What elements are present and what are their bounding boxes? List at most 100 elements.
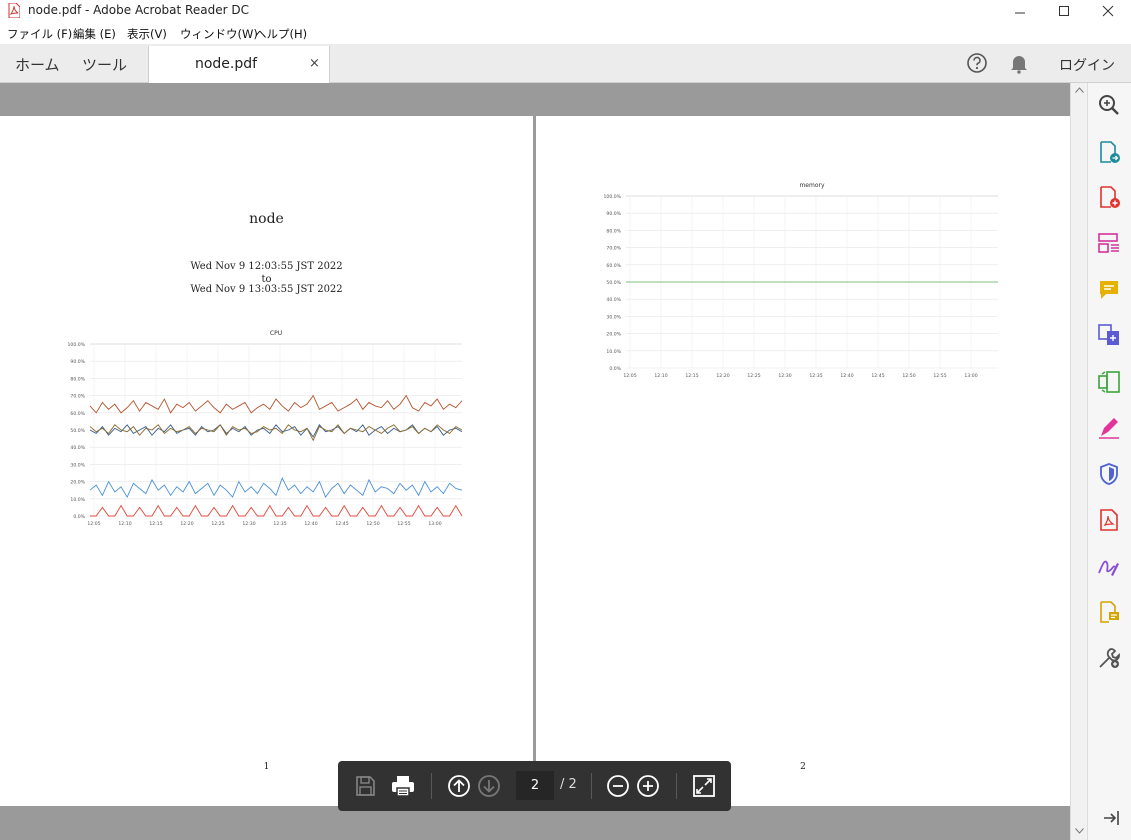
- minimize-icon: [1015, 12, 1025, 14]
- cpu-y-tick-label: 40.0%: [70, 445, 85, 451]
- memory-x-tick-label: 12:05: [623, 373, 636, 378]
- zoom-out-icon: [607, 775, 629, 797]
- tab-tools[interactable]: ツール: [82, 54, 127, 75]
- menu-window[interactable]: ウィンドウ(W): [180, 26, 258, 42]
- cpu-x-tick-label: 12:30: [242, 521, 255, 526]
- protect-shield-icon[interactable]: [1097, 462, 1121, 486]
- close-window-button[interactable]: [1085, 0, 1131, 22]
- request-signature-icon[interactable]: [1097, 555, 1121, 579]
- more-tools-icon[interactable]: [1097, 646, 1121, 670]
- combine-files-icon[interactable]: [1097, 323, 1121, 347]
- bell-icon[interactable]: [1008, 52, 1030, 74]
- memory-y-tick-label: 60.0%: [606, 263, 621, 269]
- memory-y-tick-label: 0.0%: [609, 366, 621, 372]
- zoom-out-button[interactable]: [605, 773, 631, 799]
- floating-page-toolbar: 2 / 2: [338, 761, 731, 811]
- cpu-y-tick-label: 70.0%: [70, 394, 85, 400]
- document-tab-label: node.pdf: [194, 56, 258, 72]
- cpu-x-tick-label: 12:20: [180, 521, 193, 526]
- window-title: node.pdf - Adobe Acrobat Reader DC: [28, 3, 249, 17]
- menu-help[interactable]: ヘルプ(H): [255, 26, 307, 42]
- cpu-y-tick-label: 60.0%: [70, 411, 85, 417]
- acrobat-icon: [8, 3, 20, 18]
- date-to: Wed Nov 9 13:03:55 JST 2022: [190, 284, 343, 295]
- print-button[interactable]: [389, 773, 417, 799]
- menu-edit[interactable]: 編集 (E): [73, 26, 116, 42]
- memory-x-tick-label: 12:15: [685, 373, 698, 378]
- cpu-y-tick-label: 50.0%: [70, 428, 85, 434]
- cpu-x-tick-label: 12:40: [304, 521, 317, 526]
- cpu-x-tick-label: 12:25: [211, 521, 224, 526]
- next-page-button[interactable]: [476, 773, 502, 799]
- arrow-down-circle-icon: [478, 775, 500, 797]
- memory-y-tick-label: 70.0%: [606, 246, 621, 252]
- memory-y-tick-label: 20.0%: [606, 332, 621, 338]
- cpu-y-tick-label: 30.0%: [70, 462, 85, 468]
- cpu-y-tick-label: 20.0%: [70, 480, 85, 486]
- print-icon: [392, 776, 414, 797]
- cpu-x-tick-label: 12:55: [397, 521, 410, 526]
- fit-page-button[interactable]: [691, 773, 717, 799]
- memory-x-tick-label: 12:30: [778, 373, 791, 378]
- menu-view[interactable]: 表示(V): [127, 26, 167, 42]
- memory-y-tick-label: 80.0%: [606, 228, 621, 234]
- memory-x-tick-label: 13:00: [964, 373, 977, 378]
- scroll-up-icon[interactable]: [1075, 87, 1084, 93]
- comment-icon[interactable]: [1097, 278, 1121, 302]
- vertical-scrollbar[interactable]: [1070, 83, 1088, 840]
- fill-sign-icon[interactable]: [1097, 416, 1121, 440]
- send-comments-icon[interactable]: [1097, 600, 1121, 624]
- cpu-y-tick-label: 90.0%: [70, 359, 85, 365]
- zoom-search-icon[interactable]: [1097, 93, 1121, 117]
- cpu-series-1-line: [89, 424, 463, 438]
- memory-y-tick-label: 30.0%: [606, 314, 621, 320]
- menu-bar: ファイル (F) 編集 (E) 表示(V) ウィンドウ(W) ヘルプ(H): [0, 22, 1131, 44]
- memory-x-tick-label: 12:35: [809, 373, 822, 378]
- cpu-x-tick-label: 12:35: [273, 521, 286, 526]
- cpu-x-tick-label: 12:05: [87, 521, 100, 526]
- menu-file[interactable]: ファイル (F): [7, 26, 72, 42]
- cpu-x-tick-label: 12:45: [335, 521, 348, 526]
- cpu-x-tick-label: 12:10: [118, 521, 131, 526]
- zoom-in-button[interactable]: [635, 773, 661, 799]
- memory-x-tick-label: 12:45: [871, 373, 884, 378]
- total-pages-label: / 2: [560, 777, 577, 792]
- cpu-chart-title: CPU: [270, 330, 282, 337]
- login-button[interactable]: ログイン: [1059, 55, 1115, 75]
- edit-pdf-icon[interactable]: [1097, 231, 1121, 255]
- cpu-y-tick-label: 80.0%: [70, 376, 85, 382]
- export-pdf-icon[interactable]: [1097, 140, 1121, 164]
- cpu-chart: CPU 0.0% 10.0% 20.0% 30.0% 40.0% 50.0% 60.0% 70.…: [67, 330, 463, 526]
- cpu-x-tick-label: 12:50: [366, 521, 379, 526]
- maximize-button[interactable]: [1041, 0, 1087, 22]
- memory-x-tick-label: 12:55: [933, 373, 946, 378]
- save-button[interactable]: [352, 773, 378, 799]
- memory-x-tick-label: 12:50: [902, 373, 915, 378]
- previous-page-button[interactable]: [446, 773, 472, 799]
- close-tab-button[interactable]: ×: [309, 56, 320, 71]
- cpu-series-3-line: [89, 477, 463, 499]
- close-icon: [1102, 5, 1114, 17]
- cpu-series-0-line: [89, 394, 463, 414]
- document-title: node: [249, 211, 284, 227]
- date-from: Wed Nov 9 12:03:55 JST 2022: [190, 261, 343, 272]
- adobe-pdf-icon[interactable]: [1097, 508, 1121, 532]
- organize-pages-icon[interactable]: [1097, 370, 1121, 394]
- page-number-input[interactable]: 2: [516, 771, 554, 800]
- create-pdf-icon[interactable]: [1097, 185, 1121, 209]
- help-icon[interactable]: [966, 52, 988, 74]
- title-bar: node.pdf - Adobe Acrobat Reader DC: [0, 0, 1131, 22]
- memory-y-tick-label: 10.0%: [606, 349, 621, 355]
- save-icon: [356, 776, 375, 796]
- minimize-button[interactable]: [997, 0, 1043, 22]
- tab-document[interactable]: node.pdf ×: [148, 46, 330, 83]
- cpu-series-4-line: [90, 504, 463, 517]
- memory-y-tick-label: 90.0%: [606, 211, 621, 217]
- memory-y-tick-label: 40.0%: [606, 297, 621, 303]
- cpu-y-tick-label: 100.0%: [67, 342, 85, 348]
- memory-chart-title: memory: [799, 182, 825, 189]
- memory-x-tick-label: 12:10: [654, 373, 667, 378]
- collapse-panel-icon[interactable]: [1102, 809, 1120, 827]
- scroll-down-icon[interactable]: [1075, 828, 1084, 834]
- tab-home[interactable]: ホーム: [15, 54, 60, 75]
